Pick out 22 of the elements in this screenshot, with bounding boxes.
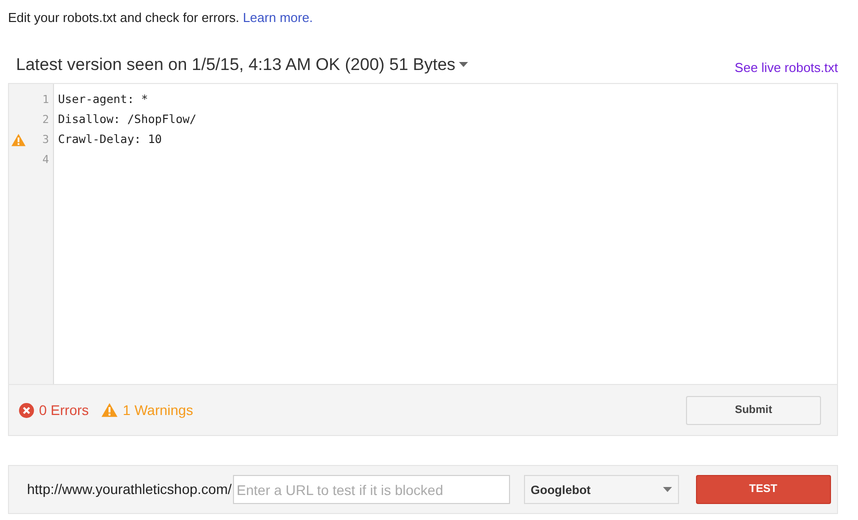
learn-more-link[interactable]: Learn more. [242, 10, 313, 25]
line-number: 4 [42, 152, 49, 168]
live-robots-link[interactable]: See live robots.txt [734, 58, 838, 77]
line-number: 1 [42, 92, 49, 108]
url-field[interactable]: Enter a URL to test if it is blocked [232, 475, 510, 504]
caret-icon [459, 62, 468, 67]
warning-count: 1 Warnings [122, 400, 194, 420]
test-button[interactable]: TEST [696, 475, 831, 504]
line-number: 3 [42, 132, 49, 148]
warning-icon [100, 402, 118, 418]
version-dropdown[interactable]: Latest version seen on 1/5/15, 4:13 AM OK (200) 51 Bytes [16, 52, 468, 77]
error-count: 0 Errors [39, 400, 89, 420]
line-number: 2 [42, 112, 49, 128]
code-line: Crawl-Delay: 10 [58, 131, 162, 148]
code-line: User-agent: * [58, 91, 148, 108]
error-icon [19, 402, 34, 418]
url-prefix: http://www.yourathleticshop.com/ [27, 480, 232, 499]
submit-button[interactable]: Submit [686, 396, 821, 424]
code-line: Disallow: /ShopFlow/ [58, 111, 196, 128]
user-agent-dropdown[interactable]: Googlebot [524, 475, 679, 504]
intro-text: Edit your robots.txt and check for errors. Learn more. [8, 9, 314, 27]
caret-icon [662, 487, 672, 492]
